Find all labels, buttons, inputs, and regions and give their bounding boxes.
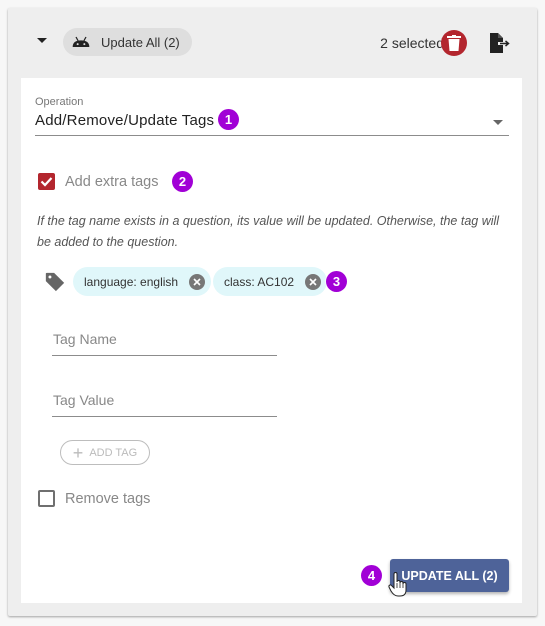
caret-down-icon[interactable] (37, 38, 47, 43)
delete-button[interactable] (441, 30, 467, 56)
tag-value-input[interactable] (52, 387, 277, 416)
tag-chip: class: AC102 (213, 267, 328, 296)
operation-select[interactable]: Add/Remove/Update Tags (35, 110, 509, 136)
checkbox-checked-icon[interactable] (38, 173, 55, 190)
dropdown-arrow-icon (493, 120, 503, 125)
bulk-update-panel: Update All (2) 2 selected Operation Add/… (8, 8, 537, 616)
remove-tags-checkbox[interactable]: Remove tags (38, 490, 150, 507)
tag-chip-label: class: AC102 (224, 274, 295, 289)
panel-content: Operation Add/Remove/Update Tags 1 Add e… (21, 78, 522, 603)
android-icon (72, 36, 90, 47)
selected-count: 2 selected (380, 35, 444, 51)
export-file-icon (490, 33, 510, 53)
remove-tags-label: Remove tags (65, 490, 151, 507)
add-tag-label: ADD TAG (89, 446, 138, 459)
add-extra-tags-label: Add extra tags (65, 173, 159, 190)
operation-value: Add/Remove/Update Tags (35, 112, 215, 129)
tag-name-field[interactable] (52, 326, 277, 356)
export-button[interactable] (487, 31, 511, 55)
help-text: If the tag name exists in a question, it… (37, 214, 500, 249)
update-all-button[interactable]: UPDATE ALL (2) (390, 559, 509, 592)
tag-chip-label: language: english (84, 274, 179, 289)
plus-icon: + (72, 442, 84, 463)
annotation-badge-4: 4 (361, 565, 382, 586)
remove-tag-icon[interactable] (305, 273, 322, 290)
add-tag-button[interactable]: + ADD TAG (60, 440, 150, 465)
tag-name-input[interactable] (52, 326, 277, 355)
trash-icon (447, 35, 461, 51)
remove-tag-icon[interactable] (189, 273, 206, 290)
tag-icon (45, 272, 65, 292)
operation-label: Operation (35, 96, 84, 108)
panel-header: Update All (2) 2 selected (8, 8, 537, 78)
tag-chip: language: english (73, 267, 212, 296)
title-chip: Update All (2) (63, 28, 192, 56)
tag-value-field[interactable] (52, 387, 277, 417)
annotation-badge-2: 2 (172, 171, 193, 192)
checkbox-unchecked-icon[interactable] (38, 490, 55, 507)
annotation-badge-1: 1 (218, 109, 239, 130)
title-chip-label: Update All (2) (101, 34, 180, 50)
annotation-badge-3: 3 (326, 271, 347, 292)
add-extra-tags-checkbox[interactable]: Add extra tags (38, 173, 159, 190)
